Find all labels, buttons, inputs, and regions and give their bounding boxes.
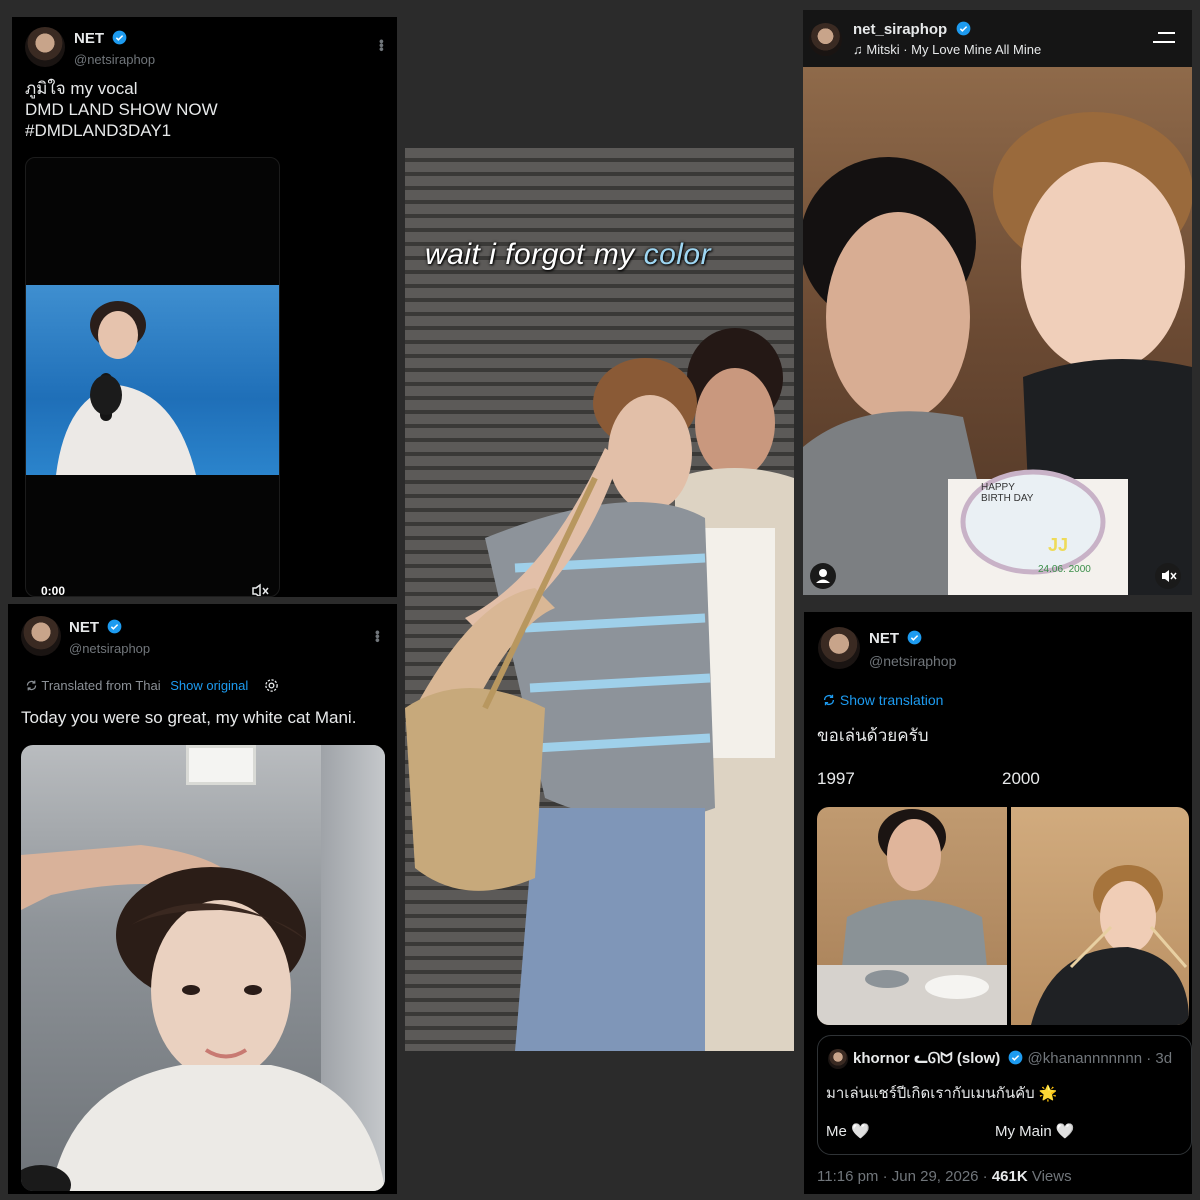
story-photo[interactable]: HAPPY BIRTH DAY JJ 24.06. 2000 — [803, 67, 1192, 595]
mute-icon[interactable] — [1155, 563, 1181, 589]
cake-date: 24.06. 2000 — [1038, 564, 1091, 575]
user-handle[interactable]: @netsiraphop — [74, 52, 155, 67]
show-translation-link[interactable]: Show translation — [840, 692, 944, 708]
user-handle[interactable]: @netsiraphop — [869, 653, 956, 669]
quote-age: · 3d — [1146, 1050, 1173, 1067]
singer-figure — [56, 301, 196, 475]
music-track: Mitski · My Love Mine All Mine — [866, 42, 1042, 57]
verified-badge-icon — [1009, 1050, 1023, 1065]
tagged-people-icon[interactable] — [810, 563, 836, 589]
avatar — [828, 1049, 848, 1069]
menu-icon[interactable] — [1153, 32, 1175, 43]
quote-display-name: khornor ᓚᘏᗢ (slow) — [853, 1050, 1001, 1067]
tweet-panel-translated: NET @netsiraphop ••• Translated from Tha… — [8, 604, 397, 1194]
video-player[interactable]: 0:00 — [25, 157, 280, 597]
avatar[interactable] — [809, 23, 842, 56]
hashtag-link[interactable]: #DMDLAND3DAY1 — [25, 121, 171, 141]
gear-icon[interactable] — [264, 678, 279, 693]
display-name[interactable]: NET — [74, 30, 104, 47]
mute-icon[interactable] — [251, 583, 269, 597]
music-info[interactable]: ♫ Mitski · My Love Mine All Mine — [853, 42, 1041, 57]
concert-screen-image — [26, 285, 279, 475]
quote-handle: @khanannnnnnn — [1027, 1050, 1143, 1067]
selfie-two-people — [803, 112, 1192, 595]
tweet-meta: 11:16 pm · Jun 29, 2026 · 461K Views — [817, 1168, 1072, 1185]
story-username[interactable]: net_siraphop — [853, 21, 947, 38]
verified-badge-icon — [113, 30, 127, 45]
timestamp[interactable]: 11:16 pm · Jun 29, 2026 · — [817, 1168, 992, 1185]
video-timestamp: 0:00 — [41, 584, 66, 597]
tweet-text-line2: DMD LAND SHOW NOW — [25, 100, 218, 119]
avatar[interactable] — [25, 27, 65, 67]
tweet-text: Today you were so great, my white cat Ma… — [21, 708, 357, 727]
tweet-panel-quote: NET @netsiraphop Show translation ขอเล่น… — [804, 612, 1192, 1194]
year-right: 2000 — [1002, 769, 1040, 788]
video-still-panel[interactable]: wait i forgot my color — [405, 148, 794, 1051]
show-translation-bar[interactable]: Show translation — [822, 692, 943, 708]
photo-left-figure — [817, 809, 1007, 1025]
selfie-figure — [21, 845, 385, 1191]
translate-icon — [823, 694, 835, 706]
two-people-figure — [405, 328, 794, 1051]
translated-from-label: Translated from Thai — [41, 678, 161, 693]
verified-badge-icon — [956, 21, 971, 36]
tweet-text: ขอเล่นด้วยครับ — [817, 726, 929, 745]
display-name[interactable]: NET — [869, 630, 899, 647]
avatar[interactable] — [21, 616, 61, 656]
photo-left[interactable] — [817, 807, 1007, 1025]
views-label: Views — [1027, 1168, 1072, 1185]
tweet-photo[interactable] — [21, 745, 385, 1191]
cake-text: HAPPY BIRTH DAY — [981, 482, 1041, 504]
more-options-icon[interactable]: ••• — [374, 39, 390, 51]
cake-text1: HAPPY BIRTH DAY — [981, 482, 1034, 504]
photo-right[interactable] — [1011, 807, 1189, 1025]
user-handle[interactable]: @netsiraphop — [69, 641, 150, 656]
music-note-icon: ♫ — [853, 42, 863, 57]
verified-badge-icon — [908, 630, 922, 645]
story-panel-birthday: net_siraphop ♫ Mitski · My Love Mine All… — [803, 10, 1192, 595]
views-count: 461K — [991, 1168, 1028, 1185]
quote-main-label: My Main 🤍 — [995, 1123, 1075, 1140]
verified-badge-icon — [108, 619, 122, 634]
tweet-text-line1: ภูมิใจ my vocal — [25, 79, 138, 98]
translation-bar: Translated from Thai Show original — [25, 678, 279, 693]
quote-text: มาเล่นแชร์ปีเกิดเรากับเมนกันคับ 🌟 — [826, 1085, 1058, 1102]
display-name[interactable]: NET — [69, 619, 99, 636]
quote-me-label: Me 🤍 — [826, 1123, 870, 1140]
tweet-panel-vocal: NET @netsiraphop ••• ภูมิใจ my vocal DMD… — [12, 17, 397, 597]
avatar[interactable] — [818, 627, 860, 669]
quoted-tweet-card[interactable]: khornor ᓚᘏᗢ (slow) @khanannnnnnn · 3d มา… — [817, 1035, 1192, 1155]
translate-icon — [26, 680, 37, 691]
cake-jj: JJ — [1048, 535, 1069, 555]
more-options-icon[interactable]: ••• — [370, 630, 386, 642]
photo-right-figure — [1031, 865, 1189, 1025]
show-original-link[interactable]: Show original — [170, 678, 248, 693]
year-left: 1997 — [817, 769, 855, 788]
